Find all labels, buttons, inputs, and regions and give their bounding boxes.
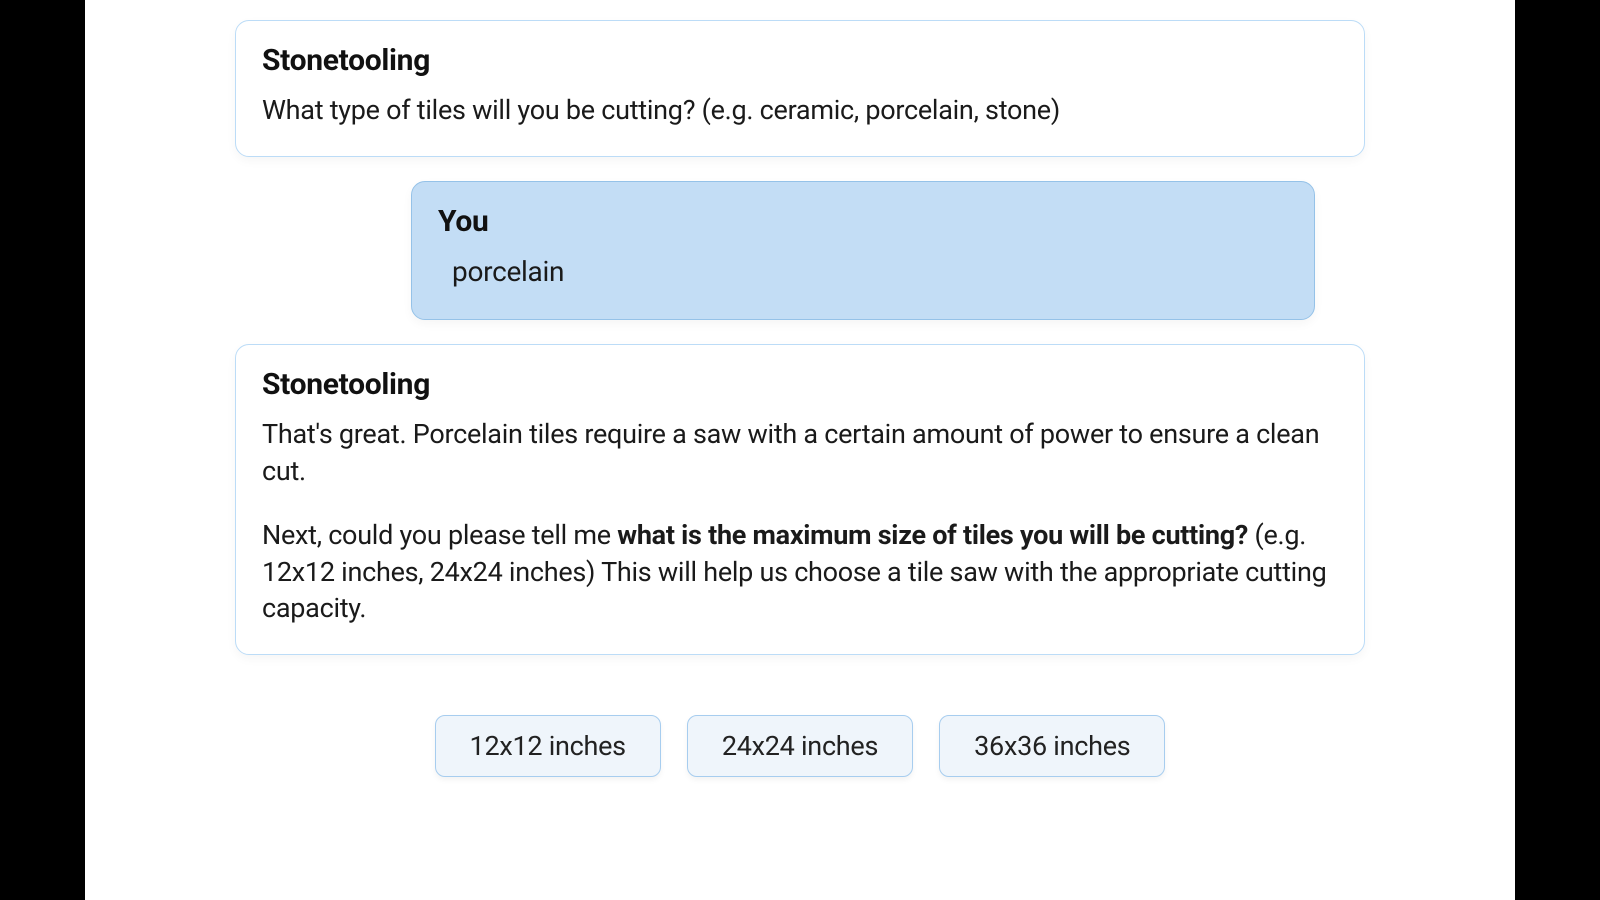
message-text: That's great. Porcelain tiles require a … (262, 416, 1338, 626)
message-text: porcelain (438, 253, 1288, 291)
quick-reply-36x36[interactable]: 36x36 inches (939, 715, 1165, 777)
assistant-message-2: Stonetooling That's great. Porcelain til… (235, 344, 1365, 655)
chat-thread: Stonetooling What type of tiles will you… (235, 20, 1365, 777)
assistant-message-1: Stonetooling What type of tiles will you… (235, 20, 1365, 157)
quick-reply-24x24[interactable]: 24x24 inches (687, 715, 913, 777)
chat-stage: Stonetooling What type of tiles will you… (85, 0, 1515, 900)
message-line: That's great. Porcelain tiles require a … (262, 418, 1319, 486)
message-segment: Next, could you please tell me (262, 519, 617, 551)
speaker-label: You (438, 204, 1288, 239)
speaker-label: Stonetooling (262, 43, 1338, 78)
user-message-1: You porcelain (411, 181, 1315, 320)
message-emphasis: what is the maximum size of tiles you wi… (617, 519, 1248, 551)
speaker-label: Stonetooling (262, 367, 1338, 402)
quick-reply-row: 12x12 inches 24x24 inches 36x36 inches (235, 715, 1365, 777)
quick-reply-12x12[interactable]: 12x12 inches (435, 715, 661, 777)
message-text: What type of tiles will you be cutting? … (262, 92, 1338, 128)
